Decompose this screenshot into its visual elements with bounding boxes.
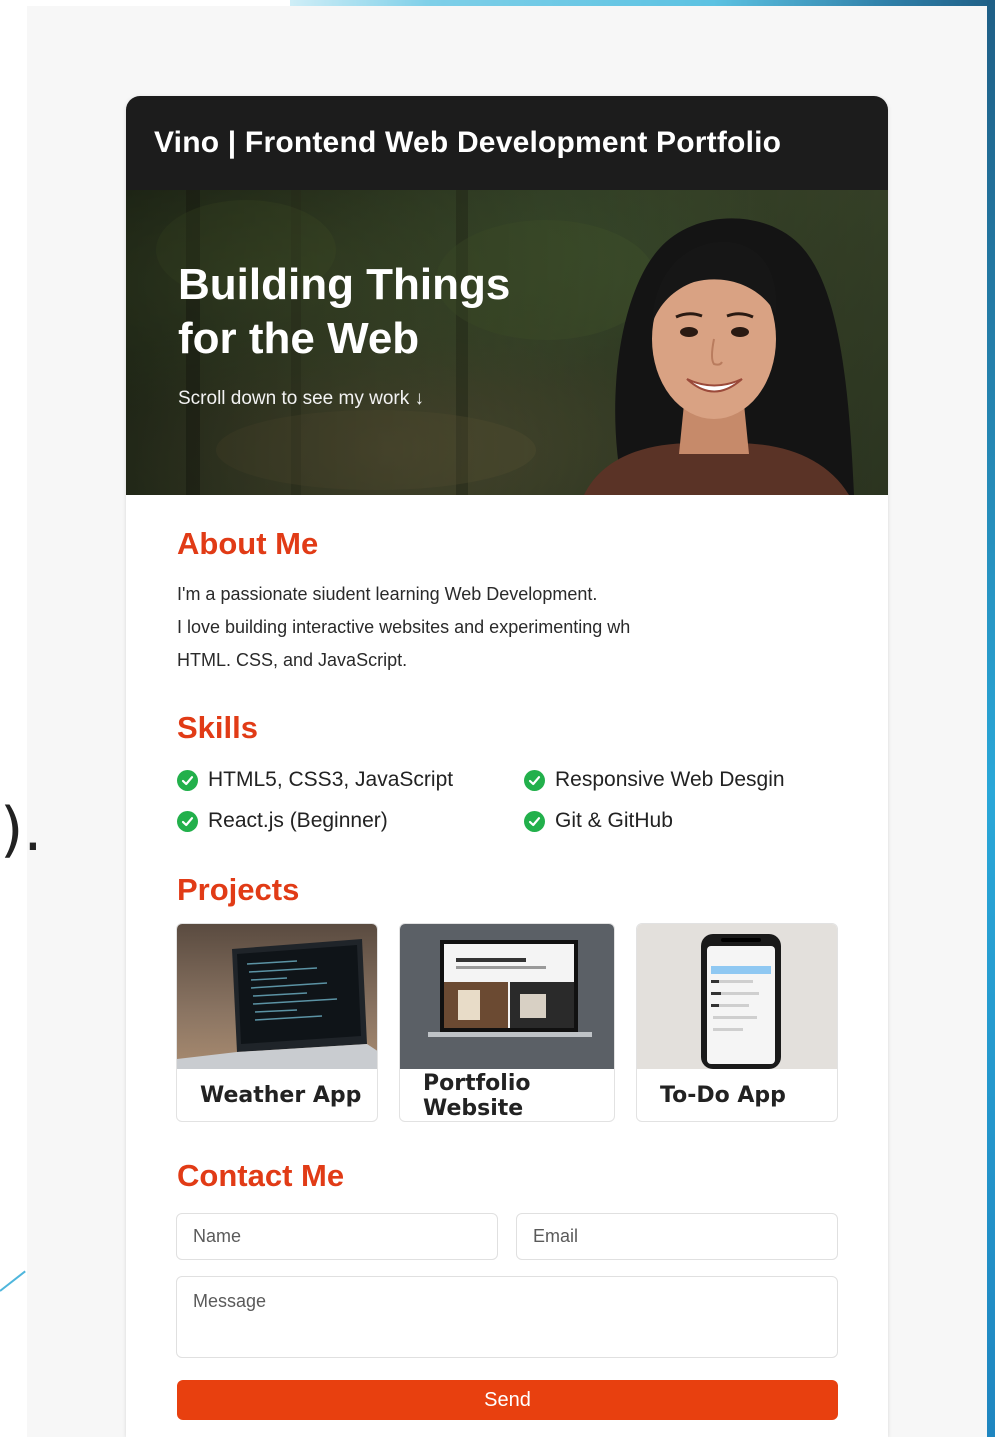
portfolio-card: Vino | Frontend Web Development Portfoli…: [126, 96, 888, 1437]
site-title: Vino | Frontend Web Development Portfoli…: [154, 126, 782, 159]
skill-label: Git & GitHub: [555, 809, 673, 832]
skill-item: React.js (Beginner): [177, 809, 388, 833]
about-line: I'm a passionate siudent learning Web De…: [177, 584, 598, 604]
skill-label: Responsive Web Desgin: [555, 768, 785, 791]
project-title: Portfolio Website: [423, 1070, 531, 1121]
send-button[interactable]: Send: [177, 1380, 838, 1420]
slide-period-glyph: ).: [0, 795, 43, 865]
message-field[interactable]: [176, 1276, 838, 1358]
skill-label: HTML5, CSS3, JavaScript: [208, 768, 454, 791]
check-circle-icon: [177, 810, 198, 832]
laptop-code-icon: [177, 924, 377, 1069]
skill-item: Responsive Web Desgin: [524, 768, 785, 792]
skills-heading: Skills: [177, 710, 258, 745]
about-text: I'm a passionate siudent learning Web De…: [177, 578, 737, 677]
projects-heading: Projects: [177, 872, 300, 907]
contact-heading: Contact Me: [177, 1158, 345, 1193]
hero-subtitle: Scroll down to see my work ↓: [178, 388, 425, 409]
hero-banner: Building Things for the Web Scroll down …: [126, 190, 888, 495]
about-line: I love building interactive websites and…: [177, 617, 631, 637]
check-circle-icon: [177, 769, 198, 791]
project-card-todo-app[interactable]: To-Do App: [636, 923, 838, 1122]
project-card-portfolio-website[interactable]: Portfolio Website: [399, 923, 615, 1122]
skill-item: HTML5, CSS3, JavaScript: [177, 768, 453, 792]
project-card-weather-app[interactable]: Weather App: [176, 923, 378, 1122]
email-field[interactable]: [516, 1213, 838, 1260]
name-field[interactable]: [176, 1213, 498, 1260]
project-title: Weather App: [200, 1083, 362, 1108]
check-circle-icon: [524, 810, 545, 832]
hero-title: Building Things for the Web: [178, 258, 598, 366]
phone-app-icon: [637, 924, 837, 1069]
slide-decor-line: [0, 1270, 26, 1292]
about-heading: About Me: [177, 526, 319, 561]
about-line: HTML. CSS, and JavaScript.: [177, 650, 408, 670]
top-bar: Vino | Frontend Web Development Portfoli…: [126, 96, 888, 190]
slide-right-edge: [987, 0, 995, 1437]
monitor-website-icon: [400, 924, 614, 1069]
hero-title-line-2: for the Web: [178, 314, 420, 363]
skill-label: React.js (Beginner): [208, 809, 388, 832]
skill-item: Git & GitHub: [524, 809, 673, 833]
check-circle-icon: [524, 769, 545, 791]
hero-title-line-1: Building Things: [178, 260, 511, 309]
project-title: To-Do App: [660, 1083, 786, 1108]
portrait-photo: [584, 218, 854, 495]
